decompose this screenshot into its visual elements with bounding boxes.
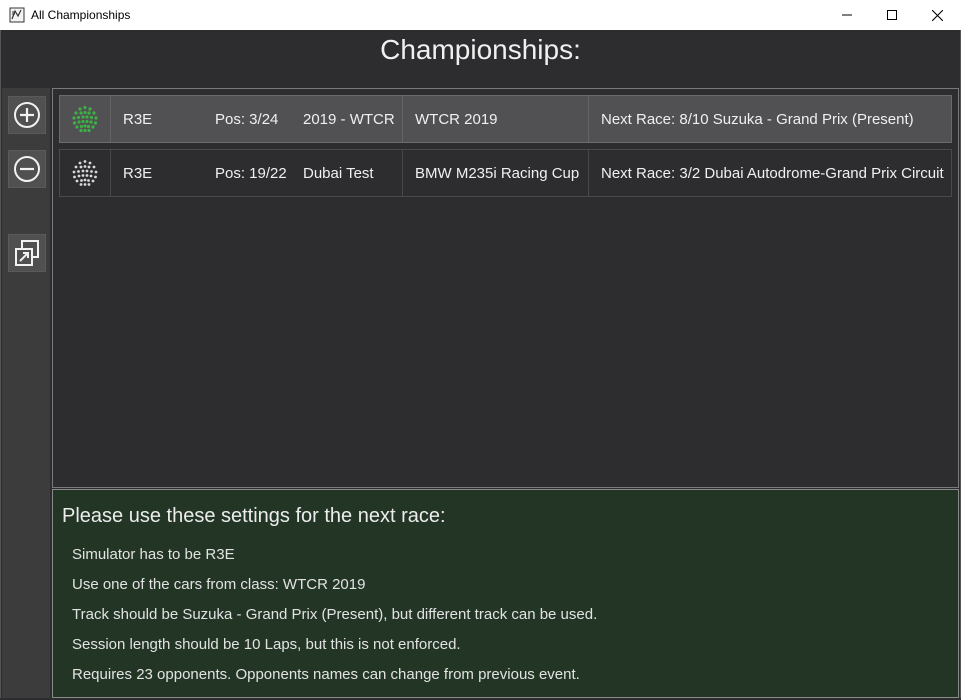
close-icon xyxy=(931,9,943,21)
remove-championship-button[interactable] xyxy=(8,150,46,188)
page-title: Championships: xyxy=(380,34,581,65)
dotted-ball-white-icon xyxy=(72,160,98,186)
setting-session-length: Session length should be 10 Laps, but th… xyxy=(72,636,461,653)
side-toolbar xyxy=(2,88,50,698)
settings-header: Please use these settings for the next r… xyxy=(62,505,446,527)
column-separator xyxy=(588,150,589,196)
close-button[interactable] xyxy=(914,0,960,30)
duplicate-championship-button[interactable] xyxy=(8,234,46,272)
duplicate-icon xyxy=(15,240,39,266)
setting-track: Track should be Suzuka - Grand Prix (Pre… xyxy=(72,606,598,623)
add-circle-icon xyxy=(14,102,40,128)
column-separator xyxy=(402,96,403,142)
setting-simulator: Simulator has to be R3E xyxy=(72,546,235,563)
simulator-cell: R3E xyxy=(123,110,153,128)
next-race-settings-panel: Please use these settings for the next r… xyxy=(52,489,959,698)
column-separator xyxy=(588,96,589,142)
position-cell: Pos: 3/24 xyxy=(215,110,279,128)
simulator-cell: R3E xyxy=(123,164,153,182)
dotted-ball-green-icon xyxy=(72,105,98,133)
window-title: All Championships xyxy=(31,8,131,22)
next-race-cell: Next Race: 8/10 Suzuka - Grand Prix (Pre… xyxy=(601,110,914,128)
app-logo-icon xyxy=(9,7,25,23)
column-separator xyxy=(402,150,403,196)
remove-circle-icon xyxy=(14,156,40,182)
column-separator xyxy=(110,96,111,142)
championship-row[interactable]: R3E Pos: 3/24 2019 - WTCR WTCR 2019 Next… xyxy=(59,95,952,143)
championship-name-cell: 2019 - WTCR xyxy=(303,110,395,128)
minimize-icon xyxy=(842,14,852,16)
add-championship-button[interactable] xyxy=(8,96,46,134)
minimize-button[interactable] xyxy=(824,0,870,30)
next-race-cell: Next Race: 3/2 Dubai Autodrome-Grand Pri… xyxy=(601,164,944,182)
setting-car-class: Use one of the cars from class: WTCR 201… xyxy=(72,576,366,593)
car-class-cell: WTCR 2019 xyxy=(415,110,498,128)
championship-name-cell: Dubai Test xyxy=(303,164,374,182)
setting-opponents: Requires 23 opponents. Opponents names c… xyxy=(72,666,580,683)
status-cell xyxy=(60,150,110,196)
maximize-icon xyxy=(887,10,897,20)
car-class-cell: BMW M235i Racing Cup xyxy=(415,164,580,182)
championships-list[interactable]: R3E Pos: 3/24 2019 - WTCR WTCR 2019 Next… xyxy=(52,88,959,488)
maximize-button[interactable] xyxy=(869,0,915,30)
position-cell: Pos: 19/22 xyxy=(215,164,287,182)
column-separator xyxy=(110,150,111,196)
status-cell xyxy=(60,96,110,142)
championship-row[interactable]: R3E Pos: 19/22 Dubai Test BMW M235i Raci… xyxy=(59,149,952,197)
title-bar: All Championships xyxy=(0,0,961,30)
